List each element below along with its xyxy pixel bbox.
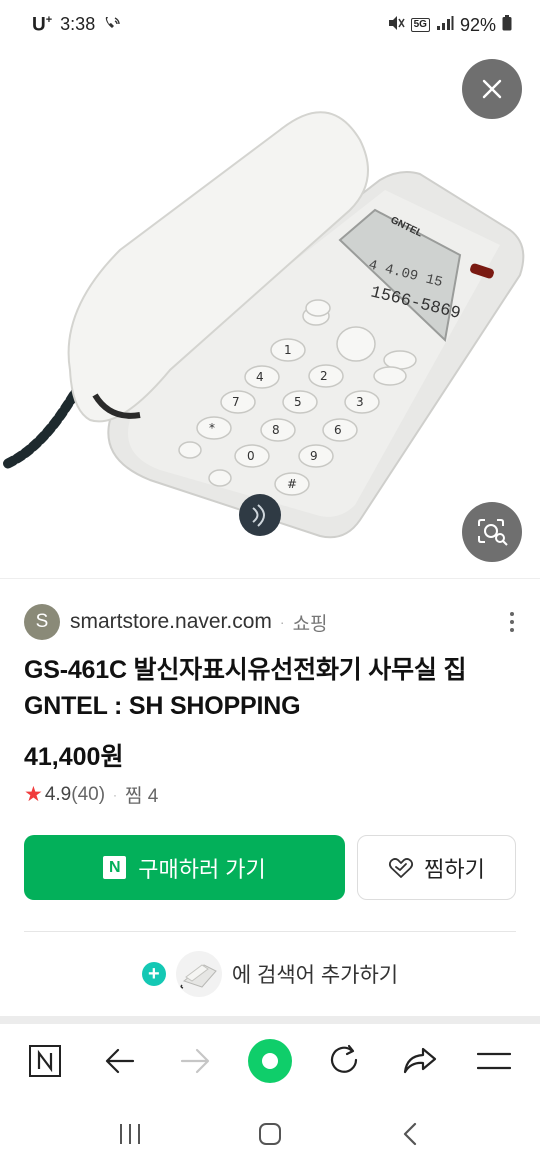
more-options-button[interactable] [502, 607, 522, 637]
green-dot-center [261, 1053, 278, 1069]
source-domain[interactable]: smartstore.naver.com [70, 610, 272, 634]
svg-text:2: 2 [320, 369, 328, 383]
green-dot-icon [247, 1039, 292, 1083]
rating-separator: · [113, 787, 118, 802]
close-icon [482, 79, 502, 99]
heart-check-icon [389, 857, 414, 878]
source-separator: · [279, 614, 285, 630]
home-button[interactable] [240, 1104, 300, 1164]
battery-icon [502, 14, 512, 36]
more-dot [510, 620, 514, 624]
divider [0, 578, 540, 579]
system-nav-bar [0, 1098, 540, 1170]
share-button[interactable] [390, 1031, 450, 1091]
source-avatar: S [24, 604, 60, 640]
section-separator [0, 1016, 540, 1024]
star-icon: ★ [24, 783, 43, 806]
product-title[interactable]: GS-461C 발신자표시유선전화기 사무실 집 GNTEL : SH SHOP… [24, 652, 524, 724]
phone-illustration: 4 4.09 15 1566-5869 GNTEL 14 2 7 5 3 * 8… [0, 111, 525, 539]
product-thumbnail [175, 951, 222, 997]
divider [24, 931, 516, 932]
status-bar: U+ 3:38 5G 92% [0, 0, 540, 50]
network-badge: 5G [410, 18, 430, 32]
wish-button[interactable]: 찜하기 [357, 835, 516, 900]
svg-text:5: 5 [294, 395, 302, 409]
product-image[interactable]: 4 4.09 15 1566-5869 GNTEL 1 4 2 7 5 3 * … [0, 50, 540, 578]
svg-text:3: 3 [356, 395, 364, 409]
svg-text:#: # [287, 477, 297, 491]
add-to-search-label: 에 검색어 추가하기 [231, 964, 399, 987]
battery-text: 92% [459, 14, 496, 35]
product-price: 41,400원 [24, 743, 124, 771]
svg-text:1: 1 [284, 343, 292, 357]
image-search-button[interactable] [462, 502, 522, 562]
svg-text:6: 6 [334, 423, 342, 437]
review-count: (40) [71, 783, 106, 805]
wish-button-label: 찜하기 [424, 856, 485, 882]
phone-thumbnail-icon [180, 964, 217, 989]
browser-toolbar [0, 1024, 540, 1098]
plus-icon: + [141, 962, 166, 986]
home-icon [259, 1123, 281, 1145]
carrier-sup: + [45, 13, 53, 26]
svg-text:7: 7 [232, 395, 240, 409]
close-button[interactable] [462, 59, 522, 119]
svg-text:4: 4 [256, 370, 264, 384]
svg-text:0: 0 [247, 449, 255, 463]
add-to-search-button[interactable]: + 에 검색어 추가하기 [0, 950, 540, 998]
clock: 3:38 [60, 14, 96, 35]
wish-count: 찜 4 [125, 786, 159, 807]
buy-button[interactable]: N 구매하러 가기 [24, 835, 345, 900]
svg-text:*: * [209, 421, 215, 435]
carrier-text: U [32, 14, 46, 36]
hamburger-menu-icon [477, 1052, 512, 1070]
arrow-right-icon [181, 1048, 210, 1074]
svg-text:9: 9 [310, 449, 318, 463]
source-category: 쇼핑 [292, 613, 328, 635]
recent-apps-button[interactable] [100, 1104, 160, 1164]
recent-apps-icon [120, 1124, 140, 1144]
chevron-left-icon [403, 1122, 417, 1146]
refresh-button[interactable] [315, 1031, 375, 1091]
source-row[interactable]: S smartstore.naver.com · 쇼핑 [24, 603, 522, 641]
menu-button[interactable] [464, 1031, 524, 1091]
more-dot [510, 628, 514, 632]
status-left: U+ 3:38 [32, 14, 123, 36]
product-title-line-2: GNTEL : SH SHOPPING [24, 692, 301, 720]
carrier-label: U+ [32, 14, 52, 36]
naver-n-icon [29, 1045, 62, 1077]
back-button[interactable] [90, 1031, 150, 1091]
lens-search-icon [478, 519, 508, 546]
naver-home-button[interactable] [15, 1031, 75, 1091]
rating-value: 4.9 [44, 783, 72, 805]
status-right: 5G 92% [387, 14, 512, 36]
wifi-calling-icon [103, 15, 123, 35]
svg-text:8: 8 [272, 423, 280, 437]
arrow-left-icon [106, 1048, 135, 1074]
buy-button-label: 구매하러 가기 [138, 856, 266, 882]
system-back-button[interactable] [380, 1104, 440, 1164]
share-icon [403, 1047, 436, 1074]
rating-row: ★ 4.9 (40) · 찜 4 [24, 781, 158, 808]
refresh-icon [330, 1044, 357, 1073]
signal-icon [436, 15, 454, 36]
green-dot-button[interactable] [240, 1031, 300, 1091]
product-title-line-1: GS-461C 발신자표시유선전화기 사무실 집 [24, 656, 467, 684]
naver-icon: N [103, 856, 127, 879]
more-dot [510, 612, 514, 616]
forward-button[interactable] [165, 1031, 225, 1091]
mute-icon [387, 15, 405, 36]
